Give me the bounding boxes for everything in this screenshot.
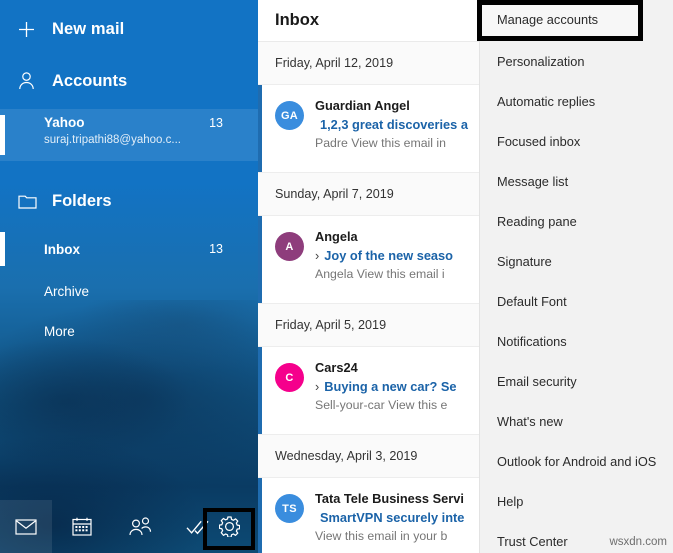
settings-item-email-security[interactable]: Email security — [480, 361, 673, 401]
message-subject-text: Buying a new car? Se — [324, 379, 457, 394]
unread-accent-bar — [258, 216, 262, 303]
message-list-pane: Inbox Friday, April 12, 2019 GA Guardian… — [258, 0, 479, 553]
folder-icon — [18, 193, 52, 209]
date-group-header: Wednesday, April 3, 2019 — [258, 435, 479, 478]
folders-label: Folders — [52, 191, 112, 210]
message-list-header: Inbox — [258, 0, 479, 42]
new-mail-button[interactable]: New mail — [0, 10, 258, 48]
message-sender: Tata Tele Business Servi — [315, 491, 464, 506]
message-subject: › Buying a new car? Se — [315, 378, 479, 395]
sidebar-account-yahoo[interactable]: Yahoo 13 suraj.tripathi88@yahoo.c... — [0, 109, 258, 161]
settings-item-message-list[interactable]: Message list — [480, 161, 673, 201]
message-sender: Angela — [315, 229, 358, 244]
message-list-item[interactable]: A Angela › Joy of the new seaso Angela Vi… — [258, 216, 479, 304]
settings-item-help[interactable]: Help — [480, 481, 673, 521]
avatar: GA — [275, 101, 304, 130]
folders-header[interactable]: Folders — [0, 187, 258, 215]
navigation-sidebar: New mail Accounts Yahoo 13 suraj.tripath… — [0, 0, 258, 553]
account-name: Yahoo — [44, 115, 85, 130]
settings-item-reading-pane[interactable]: Reading pane — [480, 201, 673, 241]
message-subject-text: 1,2,3 great discoveries a — [320, 117, 468, 132]
inbox-selection-indicator — [0, 232, 5, 266]
message-list-item[interactable]: GA Guardian Angel 1,2,3 great discoverie… — [258, 85, 479, 173]
message-sender: Guardian Angel — [315, 98, 410, 113]
message-subject-text: Joy of the new seaso — [324, 248, 453, 263]
account-email-address: suraj.tripathi88@yahoo.c... — [44, 134, 181, 146]
new-mail-label: New mail — [52, 19, 125, 38]
message-subject-text: SmartVPN securely inte — [320, 510, 465, 525]
message-list-item[interactable]: TS Tata Tele Business Servi SmartVPN sec… — [258, 478, 479, 553]
sidebar-folder-inbox[interactable]: Inbox 13 — [0, 229, 258, 269]
watermark: wsxdn.com — [609, 536, 667, 548]
accounts-header[interactable]: Accounts — [0, 66, 258, 96]
settings-item-outlook-mobile[interactable]: Outlook for Android and iOS — [480, 441, 673, 481]
account-selection-indicator — [0, 115, 5, 155]
folder-label: Inbox — [44, 241, 80, 257]
mail-icon[interactable] — [0, 500, 52, 553]
message-subject: 1,2,3 great discoveries a — [315, 116, 479, 133]
gear-icon[interactable] — [203, 500, 255, 553]
date-group-header: Friday, April 5, 2019 — [258, 304, 479, 347]
expand-chevron-icon[interactable]: › — [315, 379, 319, 394]
settings-item-signature[interactable]: Signature — [480, 241, 673, 281]
unread-accent-bar — [258, 85, 262, 172]
plus-icon — [18, 21, 52, 38]
avatar: A — [275, 232, 304, 261]
settings-item-automatic-replies[interactable]: Automatic replies — [480, 81, 673, 121]
accounts-label: Accounts — [52, 71, 128, 90]
settings-item-default-font[interactable]: Default Font — [480, 281, 673, 321]
account-unread-count: 13 — [209, 116, 223, 130]
message-subject: SmartVPN securely inte — [315, 509, 479, 526]
avatar: C — [275, 363, 304, 392]
settings-item-focused-inbox[interactable]: Focused inbox — [480, 121, 673, 161]
calendar-icon[interactable] — [56, 500, 108, 553]
message-preview: Padre View this email in — [315, 136, 447, 150]
settings-item-notifications[interactable]: Notifications — [480, 321, 673, 361]
message-preview: Angela View this email i — [315, 267, 445, 281]
bottom-toolbar — [0, 500, 258, 553]
people-icon[interactable] — [114, 500, 166, 553]
folder-unread-count: 13 — [209, 242, 223, 256]
date-group-header: Friday, April 12, 2019 — [258, 42, 479, 85]
settings-item-manage-accounts-label[interactable]: Manage accounts — [497, 12, 598, 27]
settings-item-personalization[interactable]: Personalization — [480, 41, 673, 81]
avatar: TS — [275, 494, 304, 523]
settings-flyout-pane: Personalization Automatic replies Focuse… — [479, 0, 673, 553]
date-group-header: Sunday, April 7, 2019 — [258, 173, 479, 216]
page-title: Inbox — [275, 11, 319, 29]
unread-accent-bar — [258, 347, 262, 434]
expand-chevron-icon[interactable]: › — [315, 248, 319, 263]
person-icon — [18, 72, 52, 90]
sidebar-folder-archive[interactable]: Archive — [0, 271, 258, 311]
sidebar-folder-more[interactable]: More — [0, 311, 258, 351]
message-preview: View this email in your b — [315, 529, 448, 543]
folder-label: Archive — [44, 283, 90, 299]
unread-accent-bar — [258, 478, 262, 553]
folder-label: More — [44, 323, 75, 339]
message-list-item[interactable]: C Cars24 › Buying a new car? Se Sell-your… — [258, 347, 479, 435]
message-sender: Cars24 — [315, 360, 358, 375]
message-preview: Sell-your-car View this e — [315, 398, 448, 412]
message-subject: › Joy of the new seaso — [315, 247, 479, 264]
settings-item-whats-new[interactable]: What's new — [480, 401, 673, 441]
